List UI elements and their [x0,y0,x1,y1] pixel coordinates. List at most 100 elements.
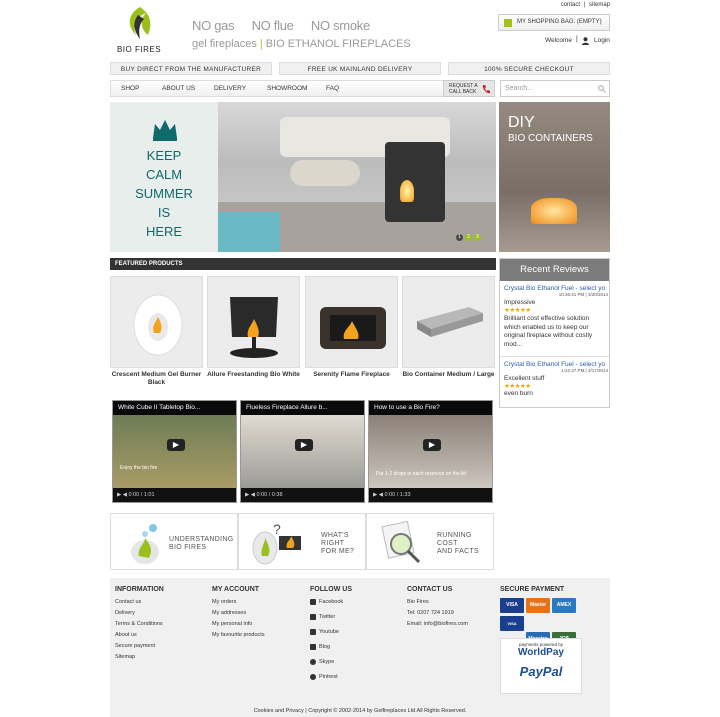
nav-shop[interactable]: SHOP [121,85,139,92]
footer-link[interactable]: My favourite products [212,632,265,638]
mastercard-icon: Master [526,598,550,613]
product-image[interactable] [402,276,495,368]
footer-link[interactable]: Delivery [115,610,164,616]
twitter-link[interactable]: Twitter [310,614,352,620]
search-icon[interactable] [598,85,606,93]
strip-secure-checkout: 100% SECURE CHECKOUT [448,62,610,75]
flame-logo-icon [129,7,151,39]
footer: INFORMATION Contact us Delivery Terms & … [110,578,610,717]
video-player[interactable]: How to use a Bio Fire? Put 1-2 drops in … [368,400,493,503]
reviews-heading: Recent Reviews [500,259,609,281]
youtube-link[interactable]: Youtube [310,629,352,635]
subtagline: gel fireplaces | BIO ETHANOL FIREPLACES [192,38,411,50]
flame-image [531,198,577,224]
featured-heading: FEATURED PRODUCTS [110,258,496,270]
slide-pager: 123 [456,233,483,241]
running-cost-box[interactable]: RUNNING COST AND FACTS [366,513,494,570]
shopping-bag-button[interactable]: MY SHOPPING BAG: (EMPTY) [498,14,610,31]
diy-containers-banner[interactable]: DIY BIO CONTAINERS [499,102,610,252]
logo[interactable]: BIO FIRES [114,5,164,57]
understanding-bio-fires-box[interactable]: UNDERSTANDING BIO FIRES [110,513,238,570]
skype-link[interactable]: Skype [310,659,352,665]
skype-icon [310,659,316,665]
product-name[interactable]: Allure Freestanding Bio White [207,371,300,379]
fireplace-icon: ? [252,521,301,565]
strip-buy-direct: BUY DIRECT FROM THE MANUFACTURER [110,62,272,75]
crown-icon [153,120,177,141]
nav-showroom[interactable]: SHOWROOM [267,85,307,92]
copyright: Cookies and Privacy | Copyright © 2002-2… [253,708,467,714]
pinterest-icon [310,674,316,680]
main-nav: SHOP ABOUT US DELIVERY SHOWROOM FAQ [110,80,495,97]
play-icon[interactable]: ▶ [423,439,441,451]
magnifier-icon [381,520,421,564]
recent-reviews: Recent Reviews Crystal Bio Ethanol Fuel … [499,258,610,408]
page: contact | sitemap BIO FIRES NO gas NO fl… [110,0,610,717]
twitter-icon [310,614,316,620]
visa-icon: VISA [500,598,524,613]
welcome-text: Welcome [545,37,572,44]
footer-link[interactable]: Contact us [115,599,164,605]
svg-text:?: ? [273,521,281,537]
blog-link[interactable]: Blog [310,644,352,650]
facebook-link[interactable]: Facebook [310,599,352,605]
footer-link[interactable]: My orders [212,599,265,605]
login-link[interactable]: Login [594,37,610,44]
payment-providers: payments powered by WorldPay PayPal [500,638,582,694]
slide-dot-2[interactable]: 2 [465,234,472,241]
email-link[interactable]: Email: info@biofires.com [407,621,468,627]
video-player[interactable]: Flueless Fireplace Allure b... ▶ ▶ ◀ 0:0… [240,400,365,503]
footer-account: MY ACCOUNT My orders My addresses My per… [212,586,265,638]
nav-faq[interactable]: FAQ [326,85,339,92]
review-item[interactable]: Crystal Bio Ethanol Fuel - select yo 1:2… [504,361,608,397]
amex-icon: AMEX [552,598,576,613]
blog-icon [310,644,316,650]
worldpay-logo: WorldPay [518,647,564,658]
visa-electron-icon: VISA Electron [500,616,524,641]
footer-contact: CONTACT US Bio Fires Tel: 0207 724 1919 … [407,586,468,627]
search-input[interactable]: Search... [500,80,610,97]
user-icon [582,37,589,45]
footer-link[interactable]: My addresses [212,610,265,616]
product-name[interactable]: Serenity Flame Fireplace [305,371,398,379]
product-name[interactable]: Crescent Medium Gel Burner Black [110,371,203,387]
top-links: contact | sitemap [560,2,610,8]
footer-link[interactable]: Sitemap [115,654,164,660]
nav-about-us[interactable]: ABOUT US [162,85,195,92]
bag-icon [504,19,512,27]
footer-link[interactable]: My personal info [212,621,265,627]
fireplace-image [385,142,445,222]
strip-free-delivery: FREE UK MAINLAND DELIVERY [279,62,441,75]
review-item[interactable]: Crystal Bio Ethanol Fuel - select yo 10:… [504,285,608,349]
hero-banner[interactable]: KEEP CALM SUMMER IS HERE 123 [110,102,496,252]
pinterest-link[interactable]: Pintrest [310,674,352,680]
play-icon[interactable]: ▶ [295,439,313,451]
product-image[interactable] [207,276,300,368]
rating-stars: ★★★★★ [504,383,531,390]
flame-image [400,180,414,202]
youtube-icon [310,629,316,635]
drop-icon [131,524,159,564]
sitemap-link[interactable]: sitemap [589,2,610,8]
product-name[interactable]: Bio Container Medium / Large [402,371,495,379]
footer-link[interactable]: About us [115,632,164,638]
slide-dot-3[interactable]: 3 [474,234,481,241]
paypal-logo: PayPal [519,664,563,679]
footer-link[interactable]: Terms & Conditions [115,621,164,627]
product-image[interactable] [305,276,398,368]
slide-dot-1[interactable]: 1 [456,234,463,241]
facebook-icon [310,599,316,605]
product-image[interactable] [110,276,203,368]
nav-delivery[interactable]: DELIVERY [214,85,246,92]
keep-calm-panel: KEEP CALM SUMMER IS HERE [110,102,218,252]
play-icon[interactable]: ▶ [167,439,185,451]
video-player[interactable]: White Cube II Tabletop Bio... Enjoy the … [112,400,237,503]
whats-right-for-me-box[interactable]: ? WHAT'S RIGHT FOR ME? [238,513,366,570]
footer-information: INFORMATION Contact us Delivery Terms & … [115,586,164,660]
call-back-button[interactable]: REQUEST A CALL BACK [443,80,495,97]
phone-icon [482,85,490,94]
tagline: NO gas NO flue NO smoke [192,18,370,33]
contact-link[interactable]: contact [561,2,580,8]
footer-follow: FOLLOW US Facebook Twitter Youtube Blog … [310,586,352,680]
footer-link[interactable]: Secure payment [115,643,164,649]
